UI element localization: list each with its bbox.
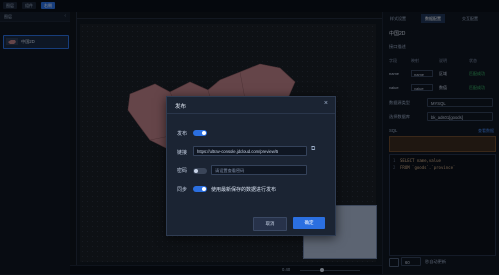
link-label: 链接	[177, 150, 188, 156]
dialog-header: 发布 ×	[167, 97, 335, 114]
publish-label: 发布	[177, 131, 188, 137]
publish-toggle[interactable]	[193, 130, 207, 136]
sync-toggle[interactable]	[193, 186, 207, 192]
link-field[interactable]: https://ultrav-console.jdcloud.com/previ…	[193, 146, 307, 156]
cancel-button[interactable]: 取消	[253, 217, 287, 231]
dialog-title: 发布	[175, 104, 187, 110]
copy-icon[interactable]: ⧉	[311, 146, 315, 153]
sync-text: 使用最新保存的数据进行发布	[211, 187, 277, 193]
sync-label: 同步	[177, 187, 188, 193]
password-input[interactable]: 请设置查看密码	[211, 165, 307, 175]
password-toggle[interactable]	[193, 168, 207, 174]
publish-dialog: 发布 × 发布 链接 https://ultrav-console.jdclou…	[166, 96, 336, 236]
close-icon[interactable]: ×	[324, 100, 328, 107]
confirm-button[interactable]: 确定	[293, 217, 325, 229]
password-label: 密码	[177, 168, 188, 174]
